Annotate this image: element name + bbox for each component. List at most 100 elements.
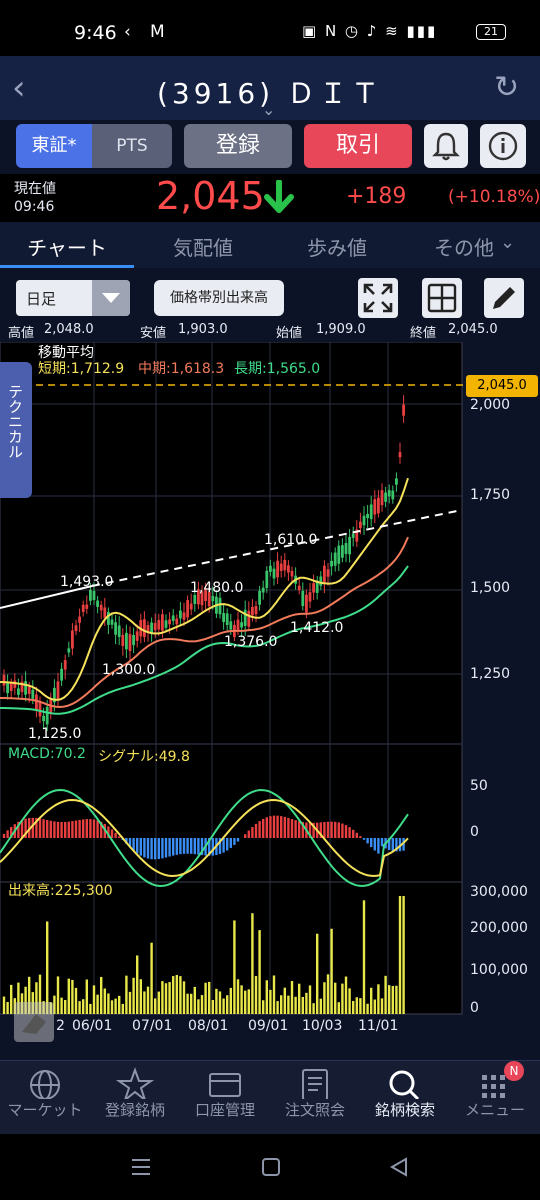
macd-bar (355, 832, 358, 838)
volume-bar (82, 999, 85, 1014)
volume-bar (110, 1000, 114, 1014)
recent-apps-icon[interactable] (130, 1156, 152, 1178)
volume-bar (355, 997, 358, 1014)
eraser-button[interactable] (14, 1002, 54, 1042)
volume-bar (121, 1003, 124, 1014)
candle (121, 634, 125, 646)
macd-bar (6, 830, 9, 838)
layout-button[interactable] (422, 278, 462, 318)
volume-bar (74, 987, 78, 1014)
macd-bar (67, 821, 70, 838)
candle (161, 614, 164, 631)
macd-bar (326, 821, 330, 838)
macd-bar (154, 838, 157, 860)
arrow-down-icon (264, 180, 294, 213)
volume-bar (132, 977, 135, 1014)
macd-bar (31, 817, 34, 838)
nav-search[interactable]: 銘柄検索 (360, 1061, 450, 1135)
nav-market[interactable]: マーケット (0, 1061, 90, 1135)
macd-bar (74, 820, 78, 838)
volume-bar (64, 999, 67, 1014)
tab-trades[interactable]: 歩み値 (270, 232, 404, 261)
info-button[interactable] (480, 124, 526, 168)
macd-bar (92, 819, 96, 838)
trade-button[interactable]: 取引 (304, 124, 412, 168)
volume-bar (323, 982, 326, 1014)
macd-bar (359, 836, 362, 838)
macd-bar (190, 838, 193, 854)
tse-button[interactable]: 東証* (16, 124, 92, 168)
macd-bar (164, 838, 168, 858)
candle (348, 537, 351, 555)
candle (135, 631, 139, 641)
document-icon (302, 1069, 328, 1099)
volume-bar (139, 979, 142, 1014)
volume-bar (204, 982, 207, 1014)
mail-icon: M (150, 22, 165, 42)
volume-bar (280, 995, 283, 1014)
system-nav-bar (0, 1134, 540, 1200)
tab-other[interactable]: その他 (424, 232, 504, 261)
candle (362, 515, 366, 526)
refresh-icon[interactable]: ↻ (494, 70, 519, 105)
macd-bar (262, 818, 265, 838)
status-time: 9:46 (74, 22, 117, 44)
star-icon (115, 1067, 155, 1099)
register-button[interactable]: 登録 (184, 124, 292, 168)
candle (391, 490, 395, 500)
volume-bar (290, 980, 294, 1014)
period-select[interactable]: 日足 (16, 280, 130, 316)
draw-button[interactable] (484, 278, 524, 318)
volume-bar (229, 987, 232, 1014)
macd-bar (143, 838, 146, 858)
tab-quotes[interactable]: 気配値 (136, 232, 270, 261)
fullscreen-button[interactable] (358, 278, 398, 318)
low-label: 安値 (140, 326, 167, 341)
candle (240, 622, 243, 628)
pts-button[interactable]: PTS (92, 124, 172, 168)
macd-bar (366, 838, 369, 844)
volume-bar (125, 975, 128, 1014)
volume-bar (154, 998, 157, 1014)
technical-side-tab[interactable]: テクニカル (0, 362, 32, 498)
volume-bar (146, 986, 150, 1014)
volume-bar (197, 999, 200, 1014)
tab-chart[interactable]: チャート (0, 232, 134, 261)
notification-badge: N (504, 1061, 524, 1081)
candle (287, 565, 290, 573)
ma-mid-label: 中期:1,618.3 (138, 361, 225, 377)
candle (337, 545, 341, 564)
x-tick: 06/01 (72, 1018, 113, 1034)
candle (384, 492, 387, 502)
home-icon[interactable] (260, 1156, 282, 1178)
volume-bar (352, 1000, 355, 1014)
candle (229, 621, 233, 630)
volume-bar (92, 985, 96, 1014)
macd-bar (380, 838, 384, 847)
back-nav-icon[interactable] (388, 1156, 410, 1178)
candle (35, 694, 38, 711)
nav-menu[interactable]: メニュー N (450, 1061, 540, 1135)
volume-bar (211, 999, 214, 1014)
volume-profile-button[interactable]: 価格帯別出来高 (154, 280, 284, 316)
macd-tick: 50 (470, 778, 488, 794)
candle (81, 604, 85, 613)
volume-bar (103, 988, 106, 1014)
ohlc-row: 高値 2,048.0 安値 1,903.0 始値 1,909.0 終値 2,04… (0, 322, 540, 342)
x-tick: 11/01 (358, 1018, 399, 1034)
nav-orders[interactable]: 注文照会 (270, 1061, 360, 1135)
volume-bar (6, 1002, 9, 1014)
volume-bar (373, 999, 376, 1014)
nav-watchlist[interactable]: 登録銘柄 (90, 1061, 180, 1135)
candle (265, 570, 269, 588)
tab-bar: チャート 気配値 歩み値 その他 ⌄ (0, 222, 540, 268)
search-icon (389, 1070, 420, 1099)
stock-chart[interactable]: 移動平均 短期:1,712.9 中期:1,618.3 長期:1,565.0 2,… (0, 342, 540, 1042)
bell-button[interactable] (424, 124, 468, 168)
macd-bar (287, 817, 290, 838)
volume-bar (193, 986, 196, 1014)
macd-bar (139, 838, 142, 856)
candle (103, 607, 107, 618)
nav-account[interactable]: 口座管理 (180, 1061, 270, 1135)
macd-bar (82, 819, 85, 838)
